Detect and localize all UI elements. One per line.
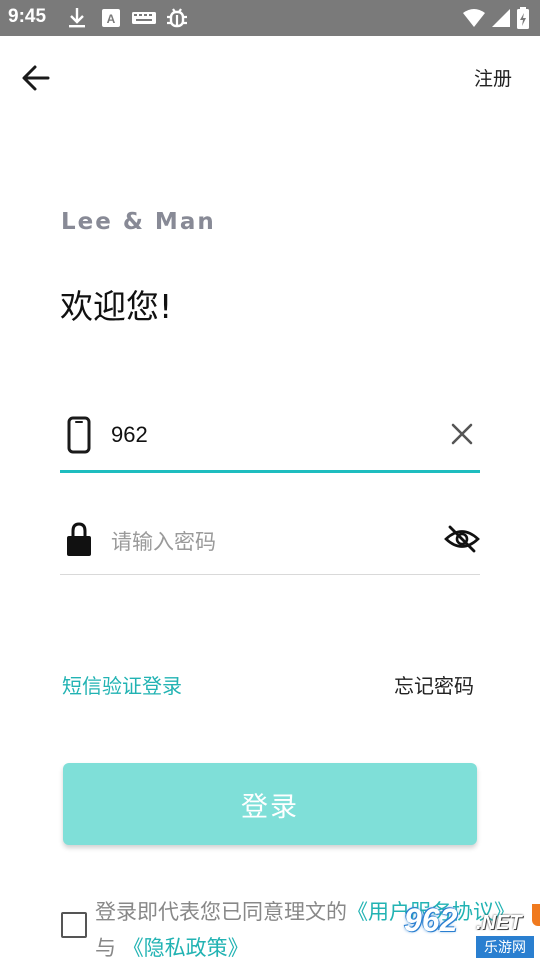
status-time: 9:45 (8, 6, 47, 27)
password-field[interactable]: 请输入密码 (60, 514, 480, 575)
agreement-joiner: 与 (95, 936, 116, 960)
watermark-main: 962 (404, 902, 458, 938)
wifi-icon (462, 6, 486, 30)
sms-login-link[interactable]: 短信验证登录 (62, 670, 182, 699)
lock-icon (66, 520, 92, 558)
a-keyboard-icon: A (101, 6, 121, 30)
register-link[interactable]: 注册 (474, 64, 512, 91)
svg-text:A: A (107, 12, 116, 26)
privacy-policy-link[interactable]: 《隐私政策》 (123, 936, 249, 960)
watermark-net: .NET (476, 912, 522, 934)
password-input[interactable]: 请输入密码 (111, 526, 216, 556)
close-icon[interactable] (444, 420, 480, 450)
brand-logo: Lee & Man (61, 209, 216, 235)
eye-off-icon[interactable] (444, 524, 480, 554)
status-bar: 9:45 A (0, 0, 540, 36)
watermark: 962 .NET 乐游网 (402, 902, 540, 960)
phone-field[interactable]: 962 (60, 410, 480, 473)
back-button[interactable] (18, 60, 54, 96)
bug-icon (165, 6, 189, 30)
login-button[interactable]: 登录 (63, 763, 477, 845)
watermark-corner (532, 904, 540, 926)
keyboard-icon (131, 6, 157, 30)
download-icon (66, 6, 88, 30)
agreement-prefix: 登录即代表您已同意理文的 (95, 900, 347, 924)
welcome-title: 欢迎您! (60, 287, 173, 326)
battery-icon (516, 6, 530, 30)
arrow-left-icon (22, 65, 50, 91)
agreement-checkbox[interactable] (61, 912, 87, 938)
phone-icon (66, 416, 92, 454)
phone-input[interactable]: 962 (111, 422, 148, 448)
signal-icon (490, 6, 512, 30)
watermark-sub: 乐游网 (476, 936, 534, 958)
forgot-password-link[interactable]: 忘记密码 (394, 670, 474, 699)
